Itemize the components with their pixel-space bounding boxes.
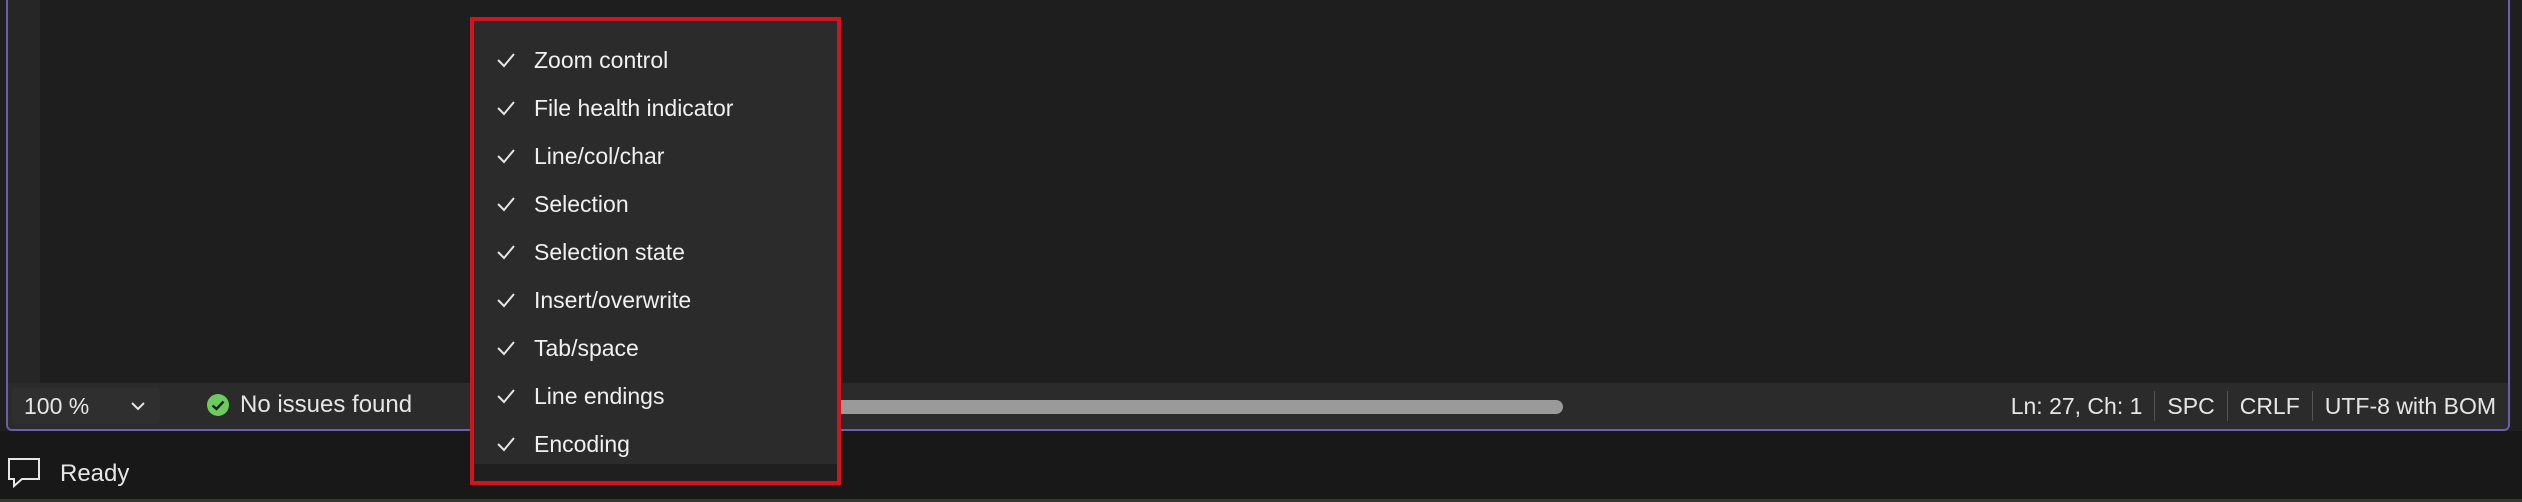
checkmark-icon [497,389,515,404]
status-line-col[interactable]: Ln: 27, Ch: 1 [1999,383,2155,429]
menu-item-line-col-char[interactable]: Line/col/char [474,132,837,180]
checkmark-icon [497,101,515,116]
status-line-endings[interactable]: CRLF [2228,383,2312,429]
checkmark-icon [497,437,515,452]
menu-item-tab-space[interactable]: Tab/space [474,324,837,372]
menu-item-label: Selection state [534,238,685,265]
menu-item-label: Line endings [534,382,665,409]
ready-status-text: Ready [60,460,130,487]
menu-item-label: Encoding [534,430,630,457]
status-bar-context-menu: Zoom control File health indicator Line/… [470,17,841,485]
menu-item-insert-overwrite[interactable]: Insert/overwrite [474,276,837,324]
menu-item-label: Insert/overwrite [534,286,692,313]
menu-item-label: Selection [534,190,629,217]
menu-item-label: File health indicator [534,94,734,121]
code-editor-area[interactable] [40,0,2508,383]
chat-bubble-icon[interactable] [6,455,42,491]
health-status-text: No issues found [240,391,413,418]
menu-footer [474,464,837,481]
editor-window: 100 % No issues found Ln: 27, Ch: 1 SPC … [6,0,2510,431]
menu-items-container: Zoom control File health indicator Line/… [474,21,837,464]
menu-item-encoding[interactable]: Encoding [474,420,837,468]
menu-item-line-endings[interactable]: Line endings [474,372,837,420]
menu-item-selection-state[interactable]: Selection state [474,228,837,276]
checkmark-icon [497,197,515,212]
zoom-control[interactable]: 100 % [12,388,160,424]
menu-item-label: Zoom control [534,46,669,73]
chevron-down-icon [131,402,145,411]
checkmark-icon [497,293,515,308]
menu-item-label: Tab/space [534,334,639,361]
menu-item-file-health-indicator[interactable]: File health indicator [474,84,837,132]
right-status-group: Ln: 27, Ch: 1 SPC CRLF UTF-8 with BOM [1999,383,2508,429]
status-whitespace[interactable]: SPC [2155,383,2226,429]
status-encoding[interactable]: UTF-8 with BOM [2313,383,2508,429]
menu-item-label: Line/col/char [534,142,665,169]
checkmark-icon [497,341,515,356]
checkmark-icon [497,149,515,164]
editor-status-strip: 100 % No issues found Ln: 27, Ch: 1 SPC … [8,383,2508,429]
check-circle-icon [207,394,229,416]
menu-item-zoom-control[interactable]: Zoom control [474,36,837,84]
app-status-bar: Ready [0,431,2522,502]
checkmark-icon [497,53,515,68]
scrollbar-thumb[interactable] [835,400,1563,414]
menu-item-selection[interactable]: Selection [474,180,837,228]
horizontal-scrollbar[interactable] [835,400,1563,414]
file-health-indicator[interactable]: No issues found [206,391,412,419]
zoom-value: 100 % [24,392,90,419]
line-number-gutter [8,0,40,383]
checkmark-icon [497,245,515,260]
